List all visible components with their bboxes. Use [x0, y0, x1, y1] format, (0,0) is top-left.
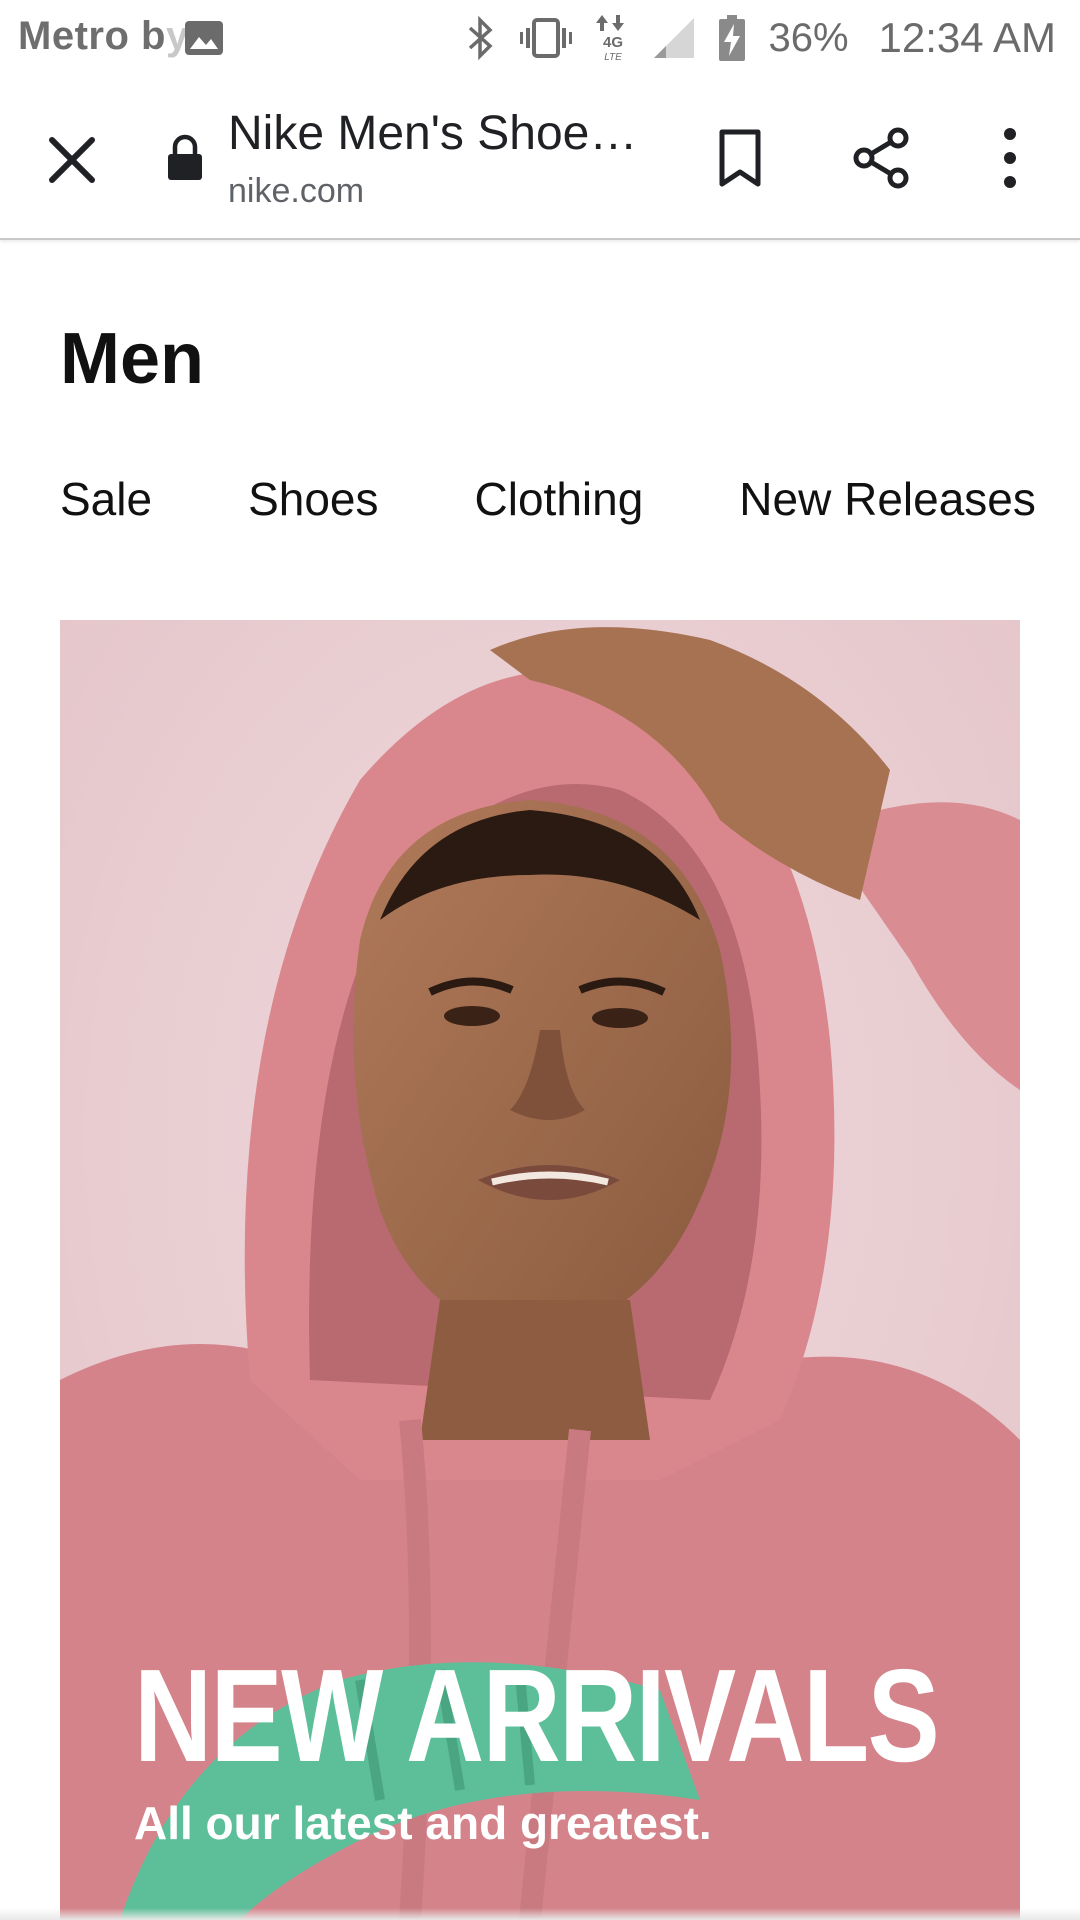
bluetooth-icon [469, 16, 494, 60]
category-nav: Sale Shoes Clothing New Releases [60, 472, 1080, 526]
network-4g-lte-icon: 4G LTE [596, 15, 625, 63]
gallery-icon [185, 21, 223, 55]
hero-subline: All our latest and greatest. [134, 1797, 712, 1849]
battery-percent: 36% [768, 15, 849, 60]
page-heading: Men [60, 319, 204, 399]
bookmark-icon[interactable] [712, 126, 768, 190]
custom-tab-toolbar: Nike Men's Shoes, Clothing & Accessories… [0, 76, 1080, 240]
svg-text:LTE: LTE [605, 52, 623, 63]
clock: 12:34 AM [878, 14, 1056, 61]
close-icon[interactable] [40, 128, 104, 192]
tab-clothing[interactable]: Clothing [475, 472, 644, 526]
more-vert-icon[interactable] [990, 124, 1030, 192]
hero-headline: NEW ARRIVALS [134, 1642, 940, 1789]
tab-new-releases[interactable]: New Releases [739, 472, 1036, 526]
battery-charging-icon [719, 15, 746, 61]
hero-banner[interactable]: NEW ARRIVALS All our latest and greatest… [60, 620, 1020, 1920]
tab-sale[interactable]: Sale [60, 472, 152, 526]
url-label[interactable]: nike.com [228, 172, 364, 211]
lock-icon[interactable] [166, 134, 204, 182]
status-bar: Metro by 4G LTE 36% 12:34 AM [0, 0, 1080, 76]
carrier-label: Metro by [18, 14, 189, 58]
share-icon[interactable] [852, 126, 912, 190]
bottom-edge-shadow [0, 1908, 1080, 1920]
svg-text:4G: 4G [603, 34, 623, 51]
vibrate-icon [520, 18, 573, 58]
tab-shoes[interactable]: Shoes [248, 472, 378, 526]
page-title-label[interactable]: Nike Men's Shoes, Clothing & Accessories [228, 106, 648, 161]
signal-icon [654, 18, 695, 58]
